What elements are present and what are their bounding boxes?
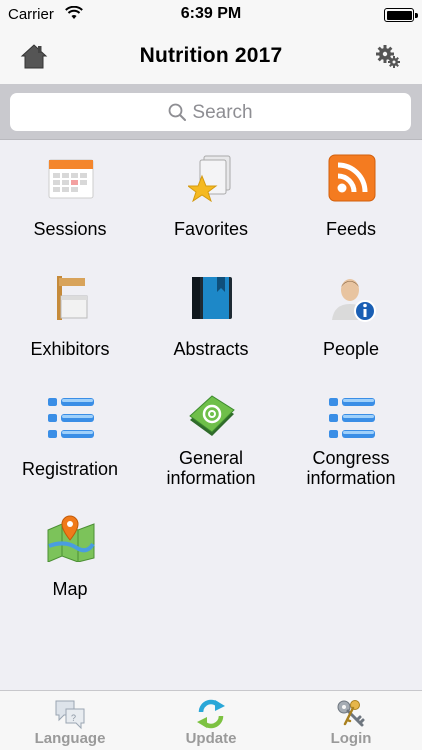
menu-item-exhibitors[interactable]: Exhibitors — [0, 260, 140, 380]
search-input[interactable]: Search — [10, 93, 411, 131]
calendar-icon — [48, 159, 94, 199]
main-menu-grid: Sessions Favorites Feeds Exhibitors Abst… — [0, 140, 422, 690]
status-time: 6:39 PM — [180, 5, 242, 22]
menu-item-congress-information[interactable]: Congress information — [281, 380, 421, 500]
menu-item-registration[interactable]: Registration — [0, 380, 140, 500]
rss-feed-icon — [328, 154, 376, 202]
book-icon — [192, 277, 232, 319]
update-refresh-icon — [197, 699, 225, 729]
person-info-icon — [332, 279, 376, 322]
menu-label: People — [322, 339, 380, 359]
map-pin-icon — [47, 515, 95, 562]
menu-label: Registration — [21, 459, 119, 479]
menu-label: Feeds — [325, 219, 377, 239]
menu-label: Abstracts — [173, 339, 249, 359]
menu-label: Sessions — [33, 219, 107, 239]
tab-label: Language — [34, 730, 106, 747]
menu-item-feeds[interactable]: Feeds — [281, 140, 421, 260]
gears-icon — [376, 45, 400, 68]
menu-item-sessions[interactable]: Sessions — [0, 140, 140, 260]
exhibitor-booth-icon — [57, 276, 88, 320]
menu-label: Favorites — [173, 219, 249, 239]
list-icon — [329, 398, 375, 438]
menu-label: General information — [166, 448, 256, 488]
keys-icon — [337, 700, 365, 727]
svg-text:?: ? — [71, 713, 76, 723]
menu-item-people[interactable]: People — [281, 260, 421, 380]
tab-label: Update — [185, 730, 237, 747]
status-bar: Carrier 6:39 PM — [0, 0, 422, 30]
settings-button[interactable] — [374, 42, 402, 70]
email-book-icon — [189, 395, 235, 436]
menu-item-favorites[interactable]: Favorites — [141, 140, 281, 260]
tab-label: Login — [330, 730, 372, 747]
search-icon — [168, 103, 187, 121]
favorites-star-icon — [188, 155, 231, 202]
menu-label: Map — [52, 579, 88, 599]
menu-item-abstracts[interactable]: Abstracts — [141, 260, 281, 380]
menu-item-map[interactable]: Map — [0, 500, 140, 620]
page-title: Nutrition 2017 — [139, 44, 283, 67]
search-placeholder: Search — [192, 102, 253, 123]
language-icon: ? — [55, 700, 85, 730]
nav-bar: Nutrition 2017 — [0, 30, 422, 84]
menu-label: Congress information — [306, 448, 396, 488]
tab-bar: ? Language Update Login — [0, 690, 422, 750]
tab-language[interactable]: ? Language — [0, 691, 140, 750]
battery-icon — [384, 8, 418, 22]
menu-label: Exhibitors — [30, 339, 110, 359]
tab-update[interactable]: Update — [141, 691, 281, 750]
menu-item-general-information[interactable]: General information — [141, 380, 281, 500]
tab-login[interactable]: Login — [281, 691, 421, 750]
list-icon — [48, 398, 94, 438]
search-bar: Search — [0, 84, 422, 140]
